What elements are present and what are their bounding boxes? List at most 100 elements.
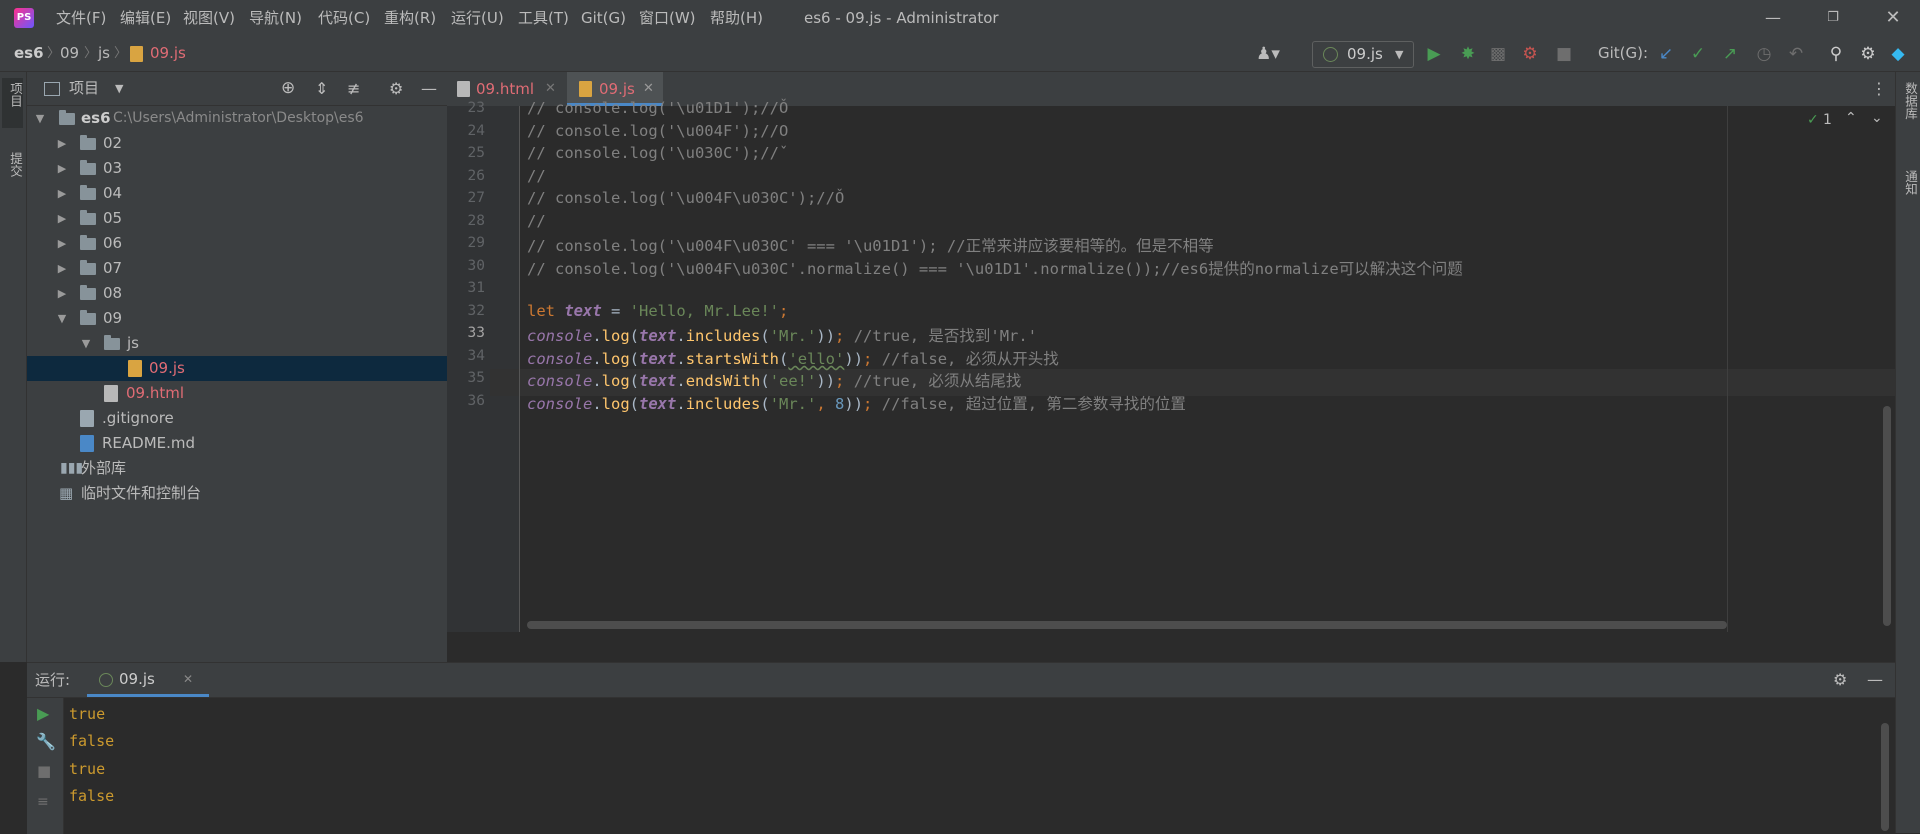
stop-icon[interactable]: ■ xyxy=(1552,42,1576,66)
tree-folder-label: 09 xyxy=(103,309,123,327)
code-method: includes xyxy=(685,395,761,413)
vertical-scrollbar[interactable] xyxy=(1883,406,1891,626)
code-editor[interactable]: 23 24 25 26 27 28 29 30 31 32 33 34 35 3… xyxy=(447,99,1895,632)
menu-run[interactable]: 运行(U) xyxy=(451,0,504,36)
node-icon xyxy=(99,673,113,687)
tree-external-libraries[interactable]: ▮▮▮ 外部库 xyxy=(27,456,447,481)
code-method: log xyxy=(601,395,630,413)
code-line: // xyxy=(527,167,546,185)
tree-folder[interactable]: ▶ 03 xyxy=(27,156,447,181)
close-tab-icon[interactable]: ✕ xyxy=(183,663,193,695)
tree-file-readme[interactable]: README.md xyxy=(27,431,447,456)
chevron-right-icon: ▶ xyxy=(57,287,67,300)
minimize-icon[interactable]: — xyxy=(1750,0,1796,36)
menu-edit[interactable]: 编辑(E) xyxy=(120,0,171,36)
tree-item-label: 外部库 xyxy=(81,459,127,477)
hide-panel-icon[interactable]: — xyxy=(421,72,437,105)
tree-folder[interactable]: ▶ 05 xyxy=(27,206,447,231)
breadcrumb-es6[interactable]: es6 xyxy=(14,36,44,71)
code-string: 'Mr.' xyxy=(769,327,817,345)
tree-folder[interactable]: ▶ 02 xyxy=(27,131,447,156)
navigation-bar: es6 〉 09 〉 js 〉 09.js ♟▾ 09.js ▼ ▶ ✸ ▩ ⚙… xyxy=(0,36,1920,72)
chevron-up-icon[interactable]: ⌃ xyxy=(1845,110,1857,126)
code-line: // console.log('\u004F\u030C'.normalize(… xyxy=(527,260,1463,278)
folder-icon xyxy=(80,260,96,275)
git-commit-icon[interactable]: ✓ xyxy=(1686,42,1710,66)
menu-tools[interactable]: 工具(T) xyxy=(518,0,569,36)
coverage-icon[interactable]: ▩ xyxy=(1486,42,1510,66)
inspection-check-icon[interactable]: ✓ xyxy=(1807,112,1819,128)
horizontal-scrollbar[interactable] xyxy=(527,621,1727,629)
git-rollback-icon[interactable]: ↶ xyxy=(1784,42,1808,66)
console-output-line: true xyxy=(69,760,106,778)
console-output-line: true xyxy=(69,705,106,723)
tree-folder[interactable]: ▶ 06 xyxy=(27,231,447,256)
expand-all-icon[interactable]: ⇕ xyxy=(315,72,328,105)
run-icon[interactable]: ▶ xyxy=(1422,42,1446,66)
close-icon[interactable]: ✕ xyxy=(1870,0,1916,36)
rerun-icon[interactable]: ▶ xyxy=(37,704,49,723)
run-tab[interactable]: 09.js ✕ xyxy=(87,663,209,697)
menu-window[interactable]: 窗口(W) xyxy=(639,0,696,36)
tree-file-html[interactable]: 09.html xyxy=(27,381,447,406)
menu-navigate[interactable]: 导航(N) xyxy=(249,0,302,36)
git-history-icon[interactable]: ◷ xyxy=(1752,42,1776,66)
debug-icon[interactable]: ✸ xyxy=(1456,42,1480,66)
hide-panel-icon[interactable]: — xyxy=(1867,663,1883,697)
database-tool-label[interactable]: 数据库 xyxy=(1901,82,1920,120)
collapse-all-icon[interactable]: ≢ xyxy=(347,72,360,105)
menu-file[interactable]: 文件(F) xyxy=(56,0,106,36)
menu-view[interactable]: 视图(V) xyxy=(183,0,235,36)
project-header-label[interactable]: 项目 xyxy=(69,72,99,105)
menu-help[interactable]: 帮助(H) xyxy=(710,0,763,36)
chevron-down-icon[interactable]: ⌄ xyxy=(1871,110,1883,126)
tree-folder-label: 04 xyxy=(103,184,123,202)
chevron-down-icon[interactable]: ▼ xyxy=(115,72,123,105)
stop-icon[interactable]: ■ xyxy=(37,762,51,780)
line-number: 35 xyxy=(467,370,485,386)
more-tabs-icon[interactable]: ⋮ xyxy=(1871,72,1887,106)
tree-folder[interactable]: ▶ 07 xyxy=(27,256,447,281)
locate-icon[interactable]: ⊕ xyxy=(281,72,295,105)
chevron-down-icon: ▼ xyxy=(35,112,45,125)
chevron-right-icon: ▶ xyxy=(57,162,67,175)
folder-icon xyxy=(104,335,120,350)
user-icon[interactable]: ♟▾ xyxy=(1256,42,1280,66)
run-config-select[interactable]: 09.js ▼ xyxy=(1312,41,1414,68)
breadcrumb-js[interactable]: js xyxy=(98,36,110,71)
git-update-icon[interactable]: ↙ xyxy=(1654,42,1678,66)
project-panel-header: 项目 ▼ ⊕ ⇕ ≢ ⚙ — xyxy=(27,72,447,106)
commit-tool-label[interactable]: 提交 xyxy=(6,152,25,177)
console-scrollbar[interactable] xyxy=(1881,723,1889,831)
wrench-icon[interactable]: 🔧 xyxy=(36,732,56,751)
search-icon[interactable]: ⚲ xyxy=(1824,42,1848,66)
gear-icon[interactable]: ⚙ xyxy=(389,72,403,105)
code-keyword: let xyxy=(527,302,555,320)
gear-icon[interactable]: ⚙ xyxy=(1833,663,1847,697)
profile-icon[interactable]: ⚙ xyxy=(1518,42,1542,66)
more-icon[interactable]: ≡ xyxy=(37,794,49,810)
restore-icon[interactable]: ❐ xyxy=(1810,0,1856,36)
git-push-icon[interactable]: ↗ xyxy=(1718,42,1742,66)
tree-folder[interactable]: ▶ 08 xyxy=(27,281,447,306)
folder-icon xyxy=(80,160,96,175)
title-bar: PS 文件(F) 编辑(E) 视图(V) 导航(N) 代码(C) 重构(R) 运… xyxy=(0,0,1920,36)
line-number: 28 xyxy=(467,213,485,229)
tree-folder-js[interactable]: ▼ js xyxy=(27,331,447,356)
tree-folder[interactable]: ▼ 09 xyxy=(27,306,447,331)
tree-file-gitignore[interactable]: .gitignore xyxy=(27,406,447,431)
menu-refactor[interactable]: 重构(R) xyxy=(384,0,436,36)
menu-git[interactable]: Git(G) xyxy=(581,0,626,36)
toolbox-icon[interactable]: ◆ xyxy=(1886,42,1910,66)
tree-scratches[interactable]: ▦ 临时文件和控制台 xyxy=(27,481,447,506)
settings-icon[interactable]: ⚙ xyxy=(1856,42,1880,66)
breadcrumb-09[interactable]: 09 xyxy=(60,36,79,71)
breadcrumb-file[interactable]: 09.js xyxy=(150,36,186,71)
tree-file-js[interactable]: 09.js xyxy=(27,356,447,381)
menu-code[interactable]: 代码(C) xyxy=(318,0,370,36)
tree-root-es6[interactable]: ▼ es6 C:\Users\Administrator\Desktop\es6 xyxy=(27,106,447,131)
inspection-count[interactable]: 1 xyxy=(1823,112,1832,128)
tree-folder[interactable]: ▶ 04 xyxy=(27,181,447,206)
notifications-tool-label[interactable]: 通知 xyxy=(1901,170,1920,195)
project-tool-tab[interactable]: 项目 xyxy=(2,78,23,128)
